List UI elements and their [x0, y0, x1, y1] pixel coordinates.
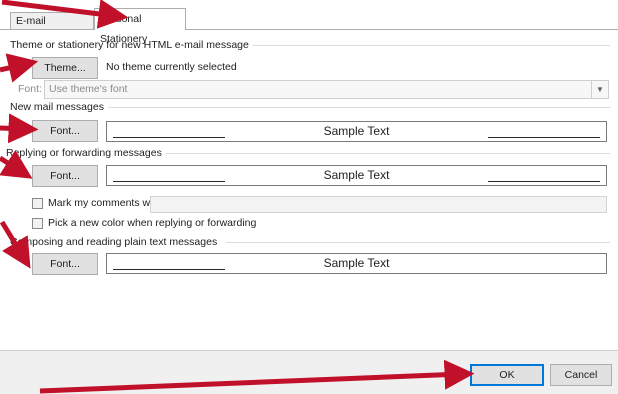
ok-button[interactable]: OK: [470, 364, 544, 386]
cancel-button[interactable]: Cancel: [550, 364, 612, 386]
new-mail-sample-label: Sample Text: [323, 124, 390, 138]
plain-text-section-label: Composing and reading plain text message…: [10, 236, 222, 248]
pick-new-color-label: Pick a new color when replying or forwar…: [48, 217, 257, 229]
theme-section-divider: [230, 45, 610, 46]
plain-text-sample-text: Sample Text: [106, 253, 607, 274]
reply-section-label: Replying or forwarding messages: [6, 147, 166, 159]
sample-underline-left: [113, 269, 225, 270]
new-mail-section-label: New mail messages: [10, 101, 108, 113]
reply-sample-text: Sample Text: [106, 165, 607, 186]
mark-comments-checkbox[interactable]: [32, 198, 43, 209]
plain-text-divider: [226, 242, 610, 243]
tab-email-signature[interactable]: E-mail Signature: [10, 12, 94, 44]
mark-comments-input: [150, 196, 607, 213]
sample-underline-left: [113, 137, 225, 138]
plain-text-font-button[interactable]: Font...: [32, 253, 98, 275]
mark-comments-label: Mark my comments with:: [48, 197, 165, 209]
new-mail-font-button[interactable]: Font...: [32, 120, 98, 142]
new-mail-divider: [108, 107, 610, 108]
personal-stationery-panel: Theme or stationery for new HTML e-mail …: [0, 29, 618, 351]
new-mail-sample-text: Sample Text: [106, 121, 607, 142]
pick-new-color-checkbox[interactable]: [32, 218, 43, 229]
theme-font-select[interactable]: Use theme's font ▼: [44, 80, 609, 99]
reply-sample-label: Sample Text: [323, 168, 390, 182]
signatures-and-stationery-dialog: E-mail Signature Personal Stationery The…: [0, 0, 618, 394]
theme-button[interactable]: Theme...: [32, 57, 98, 79]
plain-text-sample-label: Sample Text: [323, 256, 390, 270]
tab-bar: E-mail Signature Personal Stationery: [0, 0, 618, 45]
font-label: Font:: [18, 83, 42, 95]
sample-underline-right: [488, 137, 600, 138]
sample-underline-left: [113, 181, 225, 182]
tab-personal-stationery-label: Personal Stationery: [100, 13, 148, 45]
theme-font-value: Use theme's font: [49, 83, 128, 95]
sample-underline-right: [488, 181, 600, 182]
theme-status-text: No theme currently selected: [106, 61, 237, 73]
chevron-down-icon[interactable]: ▼: [591, 81, 608, 98]
reply-divider: [160, 153, 610, 154]
tab-personal-stationery[interactable]: Personal Stationery: [94, 8, 186, 45]
reply-font-button[interactable]: Font...: [32, 165, 98, 187]
